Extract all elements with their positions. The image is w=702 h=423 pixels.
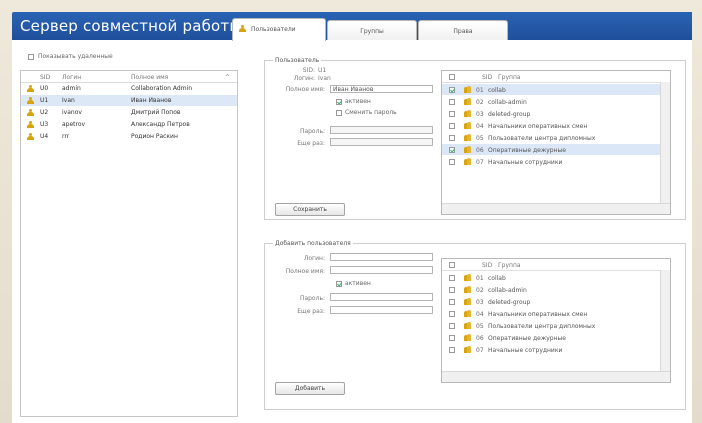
checkbox[interactable] [336, 280, 342, 287]
horizontal-scrollbar[interactable] [442, 371, 670, 382]
user-icon [239, 25, 246, 32]
group-row[interactable]: 01 collab [442, 84, 670, 95]
save-button[interactable]: Сохранить [275, 203, 345, 216]
checkbox[interactable] [449, 159, 455, 165]
user-row[interactable]: U1 Ivan Иван Иванов [21, 95, 237, 106]
group-row[interactable]: 04 Начальники оперативных смен [442, 308, 670, 319]
sort-icon[interactable]: ^ [225, 74, 230, 81]
group-icon [464, 86, 472, 93]
tab-rights[interactable]: Права [418, 20, 508, 40]
group-icon [464, 310, 472, 317]
users-list[interactable]: SID Логин Полное имя ^ U0 admin Collabor… [20, 70, 238, 417]
group-row[interactable]: 03 deleted-group [442, 296, 670, 307]
checkbox[interactable] [449, 299, 455, 305]
vertical-scrollbar[interactable] [660, 270, 670, 371]
new-fullname-field[interactable] [330, 266, 433, 274]
active-checkbox[interactable]: активен [336, 98, 371, 105]
checkbox[interactable] [449, 275, 455, 281]
password-repeat-field[interactable] [330, 138, 433, 146]
group-row[interactable]: 05 Пользователи центра дипломных [442, 132, 670, 143]
group-icon [464, 146, 472, 153]
user-groups-list[interactable]: SID Группа 01 collab 02 collab-admin 03 … [441, 70, 671, 215]
group-icon [464, 322, 472, 329]
group-icon [464, 286, 472, 293]
login-value: Ivan [318, 75, 331, 82]
group-icon [464, 334, 472, 341]
checkbox[interactable] [449, 74, 455, 80]
user-row[interactable]: U0 admin Collaboration Admin [21, 83, 237, 94]
checkbox[interactable] [449, 323, 455, 329]
group-row[interactable]: 01 collab [442, 272, 670, 283]
group-row[interactable]: 02 collab-admin [442, 96, 670, 107]
checkbox[interactable] [449, 111, 455, 117]
user-icon [27, 97, 34, 104]
app-title: Сервер совместной работы [20, 17, 242, 35]
group-icon [464, 98, 472, 105]
checkbox[interactable] [449, 87, 455, 93]
checkbox[interactable] [336, 109, 342, 116]
checkbox[interactable] [449, 135, 455, 141]
group-row[interactable]: 05 Пользователи центра дипломных [442, 320, 670, 331]
checkbox[interactable] [449, 262, 455, 268]
checkbox[interactable] [336, 98, 342, 105]
user-icon [27, 85, 34, 92]
group-row[interactable]: 03 deleted-group [442, 108, 670, 119]
new-password-field[interactable] [330, 293, 433, 301]
user-row[interactable]: U2 ivanov Дмитрий Попов [21, 107, 237, 118]
new-active-checkbox[interactable]: активен [336, 280, 371, 287]
fullname-field[interactable]: Иван Иванов [330, 85, 433, 93]
group-row[interactable]: 07 Начальные сотрудники [442, 344, 670, 355]
horizontal-scrollbar[interactable] [442, 203, 670, 214]
group-icon [464, 274, 472, 281]
new-login-field[interactable] [330, 253, 433, 261]
user-row[interactable]: U4 rrr Родион Раскин [21, 131, 237, 142]
users-list-header: SID Логин Полное имя ^ [21, 71, 237, 83]
checkbox[interactable] [449, 311, 455, 317]
group-icon [464, 110, 472, 117]
show-deleted-checkbox[interactable]: Показывать удаленные [28, 53, 113, 60]
user-icon [27, 133, 34, 140]
checkbox[interactable] [449, 287, 455, 293]
checkbox[interactable] [449, 99, 455, 105]
vertical-scrollbar[interactable] [660, 82, 670, 203]
group-icon [464, 134, 472, 141]
user-icon [27, 109, 34, 116]
tab-users[interactable]: Пользователи [232, 18, 326, 41]
password-field[interactable] [330, 126, 433, 134]
tab-groups[interactable]: Группы [327, 20, 417, 40]
user-row[interactable]: U3 apetrov Александр Петров [21, 119, 237, 130]
checkbox[interactable] [449, 123, 455, 129]
group-icon [464, 122, 472, 129]
checkbox[interactable] [449, 335, 455, 341]
group-icon [464, 158, 472, 165]
sid-value: U1 [318, 67, 327, 74]
group-row[interactable]: 04 Начальники оперативных смен [442, 120, 670, 131]
new-user-groups-list[interactable]: SID Группа 01 collab 02 collab-admin 03 … [441, 258, 671, 383]
user-icon [27, 121, 34, 128]
group-row[interactable]: 02 collab-admin [442, 284, 670, 295]
add-button[interactable]: Добавить [275, 382, 345, 395]
new-password-repeat-field[interactable] [330, 306, 433, 314]
groups-header: SID Группа [442, 71, 670, 83]
group-row[interactable]: 06 Оперативные дежурные [442, 332, 670, 343]
checkbox[interactable] [28, 53, 34, 60]
change-password-checkbox[interactable]: Сменить пароль [336, 109, 397, 116]
group-row[interactable]: 07 Начальные сотрудники [442, 156, 670, 167]
group-icon [464, 298, 472, 305]
group-row[interactable]: 06 Оперативные дежурные [442, 144, 670, 155]
checkbox[interactable] [449, 347, 455, 353]
groups-header: SID Группа [442, 259, 670, 271]
checkbox[interactable] [449, 147, 455, 153]
group-icon [464, 346, 472, 353]
